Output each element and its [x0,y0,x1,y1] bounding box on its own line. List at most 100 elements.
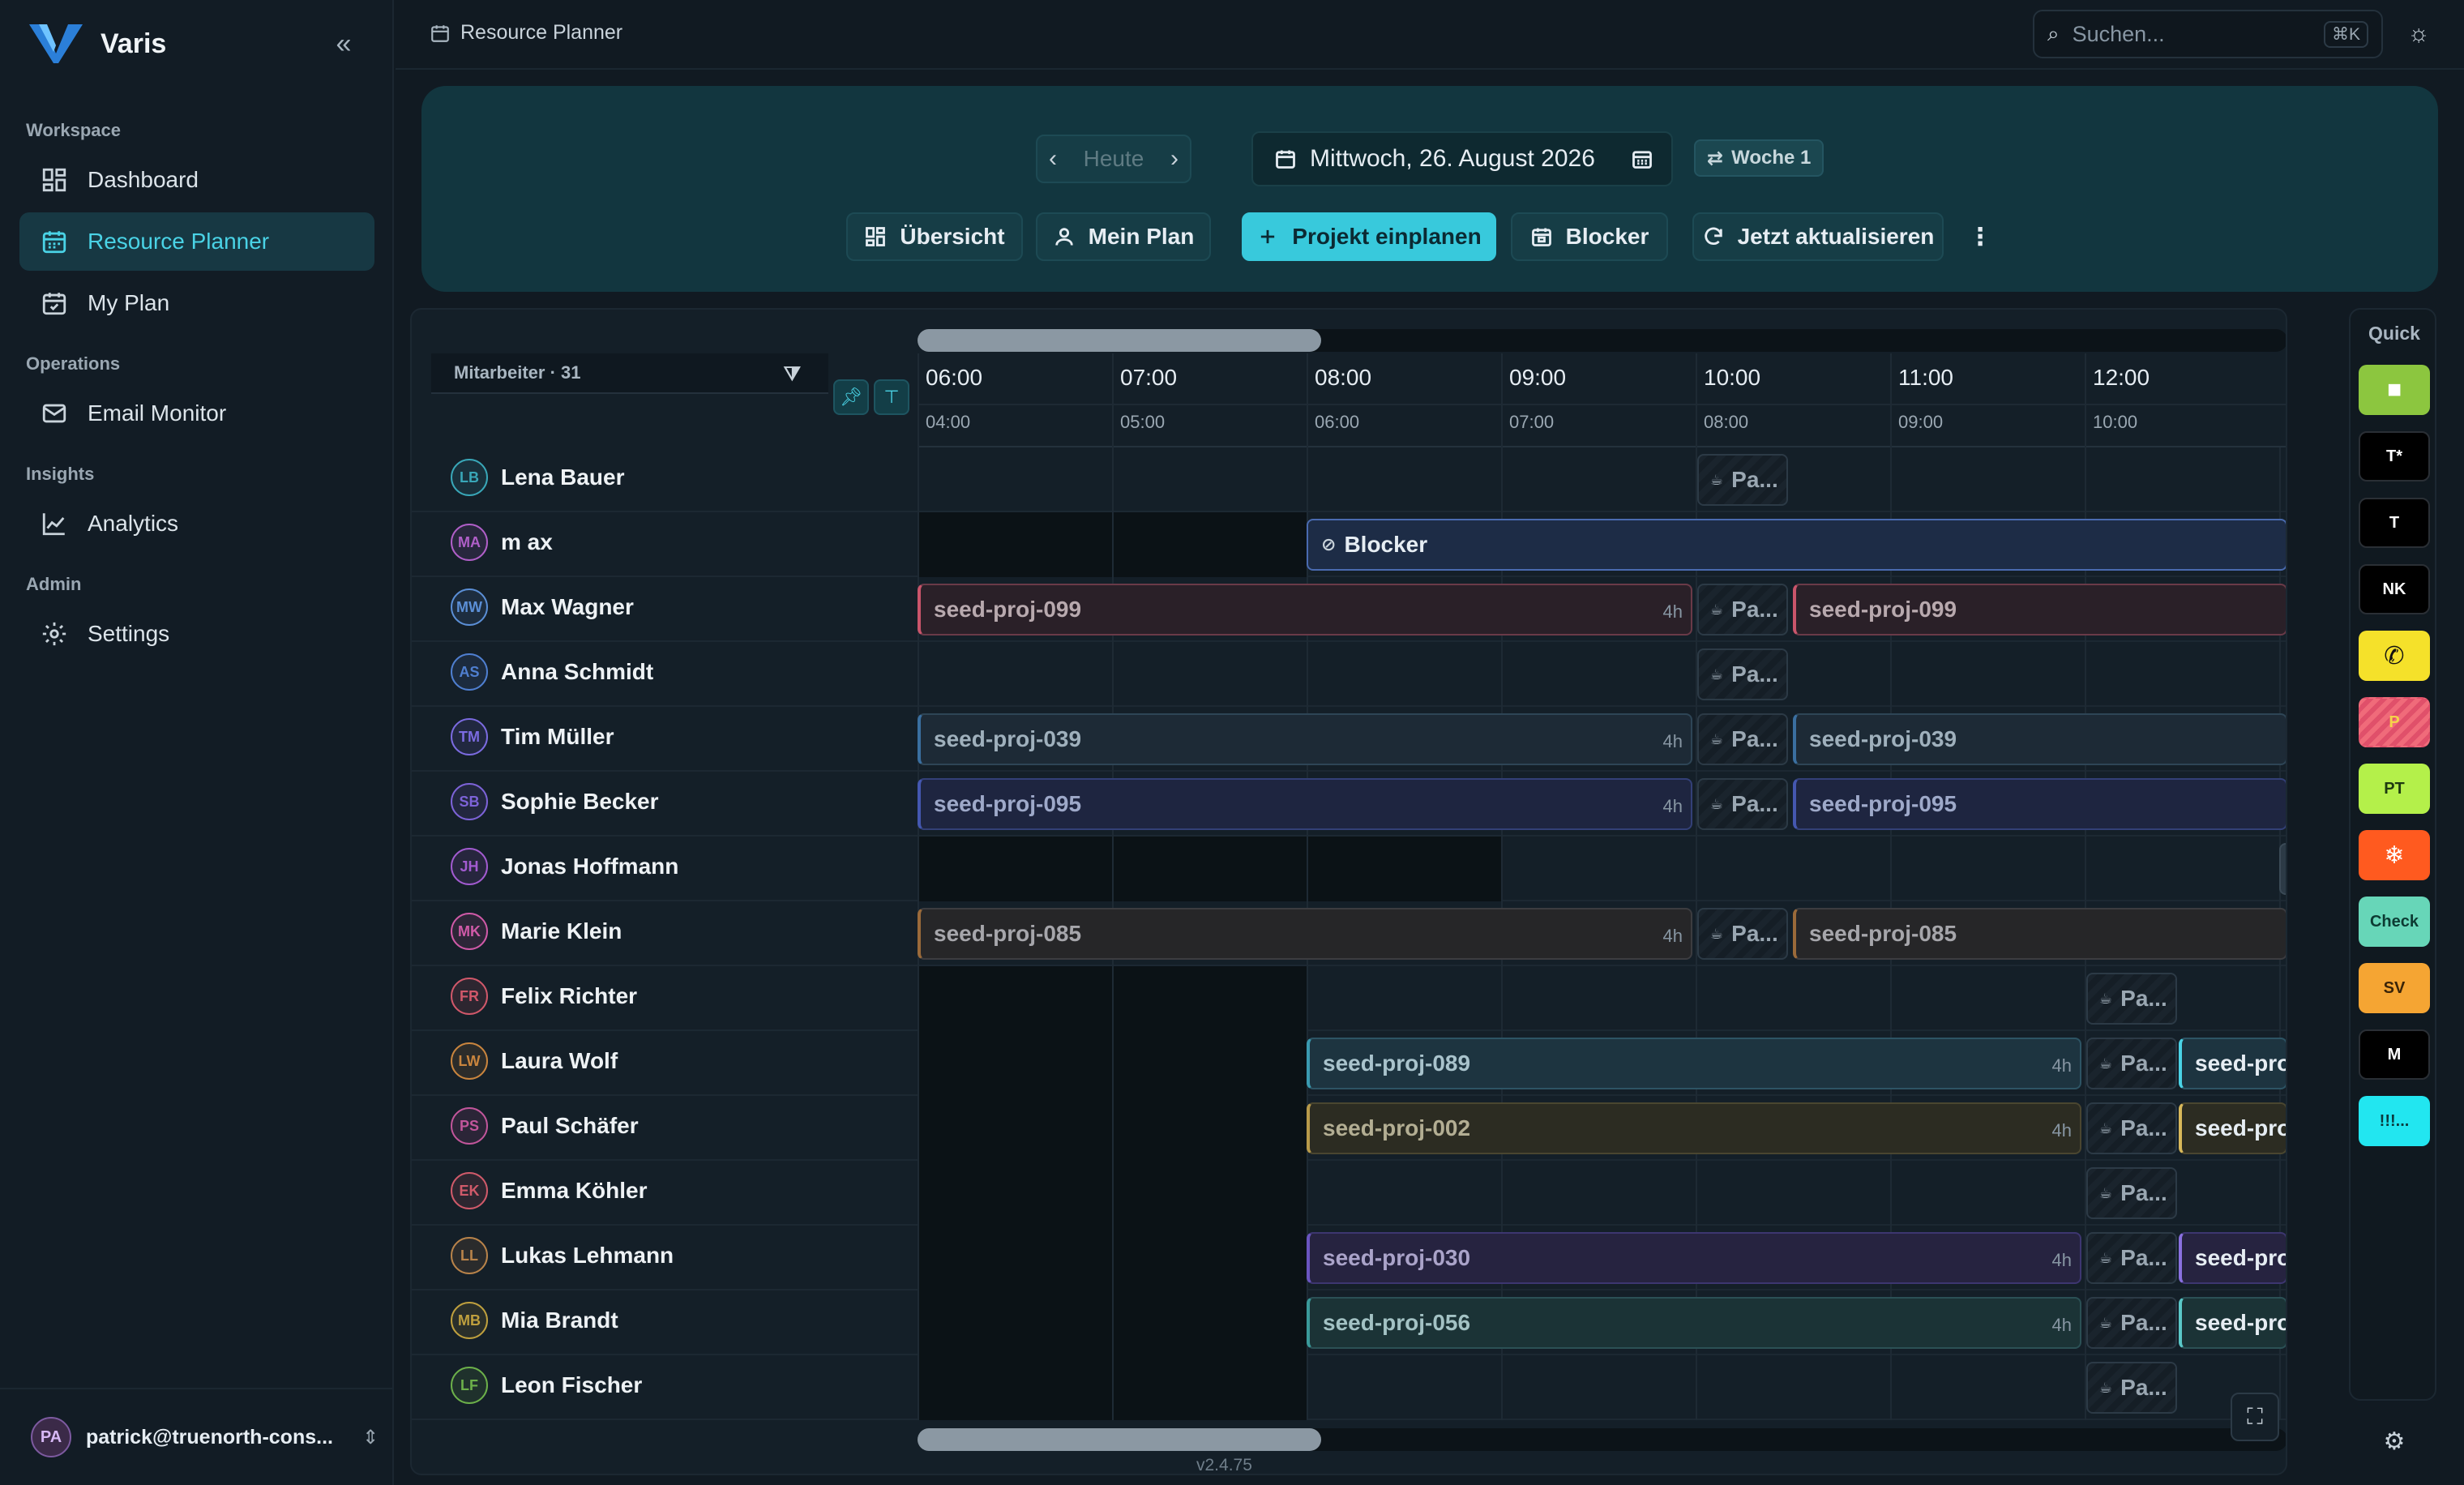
project-bar[interactable]: seed-proj-030 4h [1307,1232,2081,1284]
sidebar-item-settings[interactable]: Settings [19,605,374,663]
project-bar[interactable]: seed-proj-099 [1793,584,2286,636]
pause-block[interactable]: ☕︎ Pa... [2086,1297,2177,1349]
project-bar[interactable]: seed-proj-095 4h [918,778,1692,830]
horizontal-scrollbar-top[interactable] [918,329,2286,352]
timeline-lane[interactable]: ☕︎ Pa... [918,642,2286,707]
employee-cell[interactable]: LF Leon Fischer [451,1367,642,1404]
project-bar[interactable]: seed-pro [2179,1102,2286,1154]
timeline-lane[interactable]: ⊘ Blocker [918,512,2286,577]
sidebar-item-dashboard[interactable]: Dashboard [19,151,374,209]
pause-block[interactable]: ☕︎ Pa... [1697,454,1788,506]
project-bar[interactable]: seed-pro [2179,1297,2286,1349]
timeline-lane[interactable]: seed-proj-039 4h seed-proj-039 ☕︎ Pa... [918,707,2286,772]
quick-button[interactable]: ✆ [2359,631,2430,681]
timeline-lane[interactable]: seed-proj-085 4h seed-proj-085 ☕︎ Pa... [918,901,2286,966]
pause-block[interactable]: ☕︎ Pa... [1697,908,1788,960]
pause-block[interactable]: ☕︎ Pa... [2086,973,2177,1025]
employee-cell[interactable]: MW Max Wagner [451,588,634,626]
employee-cell[interactable]: EK Emma Köhler [451,1172,648,1209]
timeline-lane[interactable]: seed-proj-056 4h seed-pro ☕︎ Pa... [918,1290,2286,1355]
fullscreen-icon[interactable]: ⛶ [2231,1393,2279,1441]
employee-cell[interactable]: MB Mia Brandt [451,1302,618,1339]
filter-icon[interactable]: ⧩ [784,363,801,386]
blocker-button[interactable]: Blocker [1511,212,1668,261]
employee-cell[interactable]: LL Lukas Lehmann [451,1237,674,1274]
next-day-icon[interactable]: › [1170,145,1179,173]
timeline-lane[interactable]: seed-proj-099 4h seed-proj-099 ☕︎ Pa... [918,577,2286,642]
refresh-button[interactable]: Jetzt aktualisieren [1692,212,1944,261]
user-menu[interactable]: PA patrick@truenorth-cons... ⇕ [0,1388,394,1485]
quick-button[interactable]: T [2359,498,2430,548]
pause-block[interactable]: ☕︎ Pa... [2086,1232,2177,1284]
pause-block[interactable]: ☕︎ Pa... [1697,778,1788,830]
overview-button[interactable]: Übersicht [846,212,1023,261]
project-bar[interactable]: seed-pro [2179,1232,2286,1284]
timeline-lane[interactable]: ☕︎ Pa... [918,447,2286,512]
quick-button[interactable]: ■ [2359,365,2430,415]
my-plan-button[interactable]: Mein Plan [1036,212,1211,261]
pause-block[interactable]: ☕︎ Pa... [2086,1167,2177,1219]
project-bar[interactable]: seed-proj-089 4h [1307,1038,2081,1089]
quick-button[interactable]: SV [2359,963,2430,1013]
brand[interactable]: Varis [28,21,166,66]
pin-icon[interactable]: 📌︎ [833,379,869,415]
quick-button[interactable]: NK [2359,564,2430,614]
blocker-bar[interactable]: ⊘ Blocker [1307,519,2286,571]
project-bar[interactable]: seed-proj-002 4h [1307,1102,2081,1154]
quick-button[interactable]: M [2359,1029,2430,1080]
prev-day-icon[interactable]: ‹ [1049,145,1057,173]
project-bar[interactable]: seed-proj-056 4h [1307,1297,2081,1349]
employee-cell[interactable]: LB Lena Bauer [451,459,625,496]
align-top-icon[interactable]: ⊤ [874,379,909,415]
quick-button[interactable]: T* [2359,431,2430,481]
scroll-thumb[interactable] [918,1428,1321,1451]
employee-cell[interactable]: FR Felix Richter [451,978,637,1015]
sidebar-item-my-plan[interactable]: My Plan [19,274,374,332]
pause-block[interactable]: ☕︎ Pa... [2086,1102,2177,1154]
timeline-lane[interactable]: ☕︎ Pa... [918,966,2286,1031]
employee-cell[interactable]: LW Laura Wolf [451,1042,618,1080]
timeline-lane[interactable]: seed-proj-030 4h seed-pro ☕︎ Pa... [918,1226,2286,1290]
quick-button[interactable]: P [2359,697,2430,747]
project-bar[interactable]: seed-proj-085 [1793,908,2286,960]
quick-button[interactable]: PT [2359,764,2430,814]
employee-cell[interactable]: MA m ax [451,524,553,561]
employee-cell[interactable]: AS Anna Schmidt [451,653,653,691]
project-bar[interactable]: seed-proj-039 4h [918,713,1692,765]
employee-cell[interactable]: SB Sophie Becker [451,783,659,820]
sidebar-item-resource-planner[interactable]: Resource Planner [19,212,374,271]
today-button[interactable]: ‹ Heute › [1036,135,1191,183]
project-bar[interactable] [2279,843,2286,895]
quick-button[interactable]: ❄ [2359,830,2430,880]
timeline-lane[interactable]: seed-proj-095 4h seed-proj-095 ☕︎ Pa... [918,772,2286,837]
pause-block[interactable]: ☕︎ Pa... [1697,713,1788,765]
more-options-icon[interactable]: ⋮ [1960,212,2000,261]
quick-button[interactable]: !!!... [2359,1096,2430,1146]
quick-button[interactable]: Check [2359,897,2430,947]
project-bar[interactable]: seed-proj-085 4h [918,908,1692,960]
plan-project-button[interactable]: Projekt einplanen [1242,212,1496,261]
project-bar[interactable]: seed-proj-099 4h [918,584,1692,636]
employee-cell[interactable]: TM Tim Müller [451,718,614,755]
pause-block[interactable]: ☕︎ Pa... [1697,648,1788,700]
project-bar[interactable]: seed-proj-039 [1793,713,2286,765]
timeline-lane[interactable]: seed-proj-002 4h seed-pro ☕︎ Pa... [918,1096,2286,1161]
timeline-lane[interactable] [918,837,2286,901]
pause-block[interactable]: ☕︎ Pa... [1697,584,1788,636]
project-bar[interactable]: seed-pro [2179,1038,2286,1089]
collapse-sidebar-icon[interactable]: « [327,28,360,60]
search-input[interactable]: ⌕ Suchen... ⌘K [2033,10,2383,58]
week-badge[interactable]: ⇄ Woche 1 [1694,139,1824,177]
sun-icon[interactable]: ☼ [2402,18,2435,50]
pause-block[interactable]: ☕︎ Pa... [2086,1038,2177,1089]
sidebar-item-analytics[interactable]: Analytics [19,494,374,553]
timeline-lane[interactable]: ☕︎ Pa... [918,1355,2286,1420]
sidebar-item-email-monitor[interactable]: Email Monitor [19,384,374,443]
horizontal-scrollbar-bottom[interactable] [918,1428,2286,1451]
timeline-lane[interactable]: seed-proj-089 4h seed-pro ☕︎ Pa... [918,1031,2286,1096]
employee-cell[interactable]: PS Paul Schäfer [451,1107,639,1145]
scroll-thumb[interactable] [918,329,1321,352]
date-picker[interactable]: Mittwoch, 26. August 2026 [1251,131,1673,186]
employee-cell[interactable]: MK Marie Klein [451,913,622,950]
employee-cell[interactable]: JH Jonas Hoffmann [451,848,678,885]
